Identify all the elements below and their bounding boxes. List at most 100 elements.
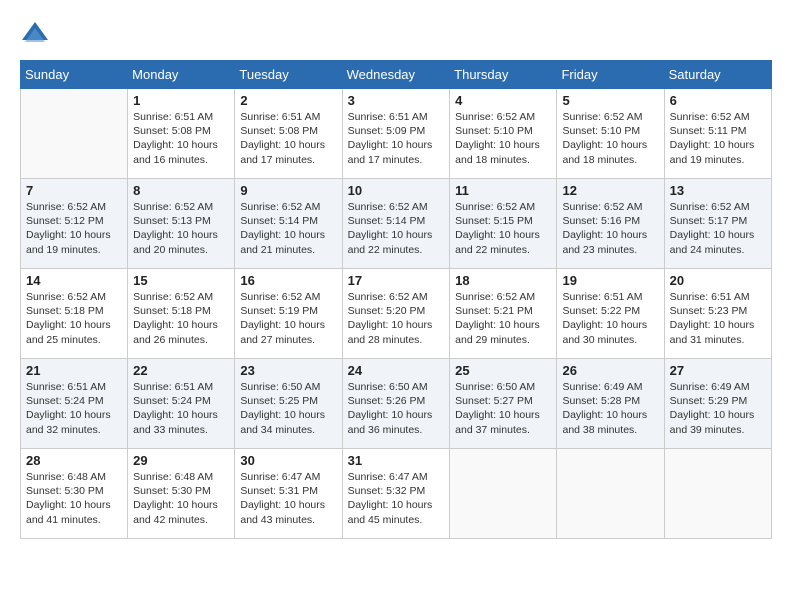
day-info: Sunrise: 6:47 AMSunset: 5:31 PMDaylight:… [240, 470, 336, 527]
day-info: Sunrise: 6:51 AMSunset: 5:22 PMDaylight:… [562, 290, 658, 347]
day-number: 13 [670, 183, 766, 198]
day-info: Sunrise: 6:52 AMSunset: 5:16 PMDaylight:… [562, 200, 658, 257]
day-info: Sunrise: 6:52 AMSunset: 5:20 PMDaylight:… [348, 290, 445, 347]
calendar-cell: 18Sunrise: 6:52 AMSunset: 5:21 PMDayligh… [450, 269, 557, 359]
day-number: 26 [562, 363, 658, 378]
day-number: 29 [133, 453, 229, 468]
day-info: Sunrise: 6:52 AMSunset: 5:10 PMDaylight:… [455, 110, 551, 167]
day-info: Sunrise: 6:52 AMSunset: 5:14 PMDaylight:… [240, 200, 336, 257]
day-number: 9 [240, 183, 336, 198]
logo [20, 20, 54, 50]
day-number: 31 [348, 453, 445, 468]
day-number: 14 [26, 273, 122, 288]
calendar-cell: 16 Sunrise: 6:52 AMSunset: 5:19 PMDayligh… [235, 269, 342, 359]
day-info: Sunrise: 6:52 AMSunset: 5:21 PMDaylight:… [455, 290, 551, 347]
day-info: Sunrise: 6:52 AMSunset: 5:18 PMDaylight:… [133, 290, 229, 347]
day-number: 27 [670, 363, 766, 378]
day-number: 2 [240, 93, 336, 108]
day-number: 6 [670, 93, 766, 108]
header-friday: Friday [557, 61, 664, 89]
day-number: 19 [562, 273, 658, 288]
calendar-cell: 25Sunrise: 6:50 AMSunset: 5:27 PMDayligh… [450, 359, 557, 449]
week-row-2: 7Sunrise: 6:52 AMSunset: 5:12 PMDaylight… [21, 179, 772, 269]
header-wednesday: Wednesday [342, 61, 450, 89]
calendar-cell: 4 Sunrise: 6:52 AMSunset: 5:10 PMDaylight… [450, 89, 557, 179]
calendar-header-row: SundayMondayTuesdayWednesdayThursdayFrid… [21, 61, 772, 89]
day-number: 21 [26, 363, 122, 378]
day-info: Sunrise: 6:50 AMSunset: 5:27 PMDaylight:… [455, 380, 551, 437]
calendar-cell: 26 Sunrise: 6:49 AMSunset: 5:28 PMDayligh… [557, 359, 664, 449]
calendar-cell: 28 Sunrise: 6:48 AMSunset: 5:30 PMDayligh… [21, 449, 128, 539]
day-info: Sunrise: 6:52 AMSunset: 5:13 PMDaylight:… [133, 200, 229, 257]
calendar-cell: 2 Sunrise: 6:51 AMSunset: 5:08 PMDaylight… [235, 89, 342, 179]
day-number: 10 [348, 183, 445, 198]
calendar-cell: 13Sunrise: 6:52 AMSunset: 5:17 PMDayligh… [664, 179, 771, 269]
calendar-cell: 15 Sunrise: 6:52 AMSunset: 5:18 PMDayligh… [128, 269, 235, 359]
day-number: 20 [670, 273, 766, 288]
day-number: 30 [240, 453, 336, 468]
calendar-cell: 6 Sunrise: 6:52 AMSunset: 5:11 PMDaylight… [664, 89, 771, 179]
calendar-cell: 22 Sunrise: 6:51 AMSunset: 5:24 PMDayligh… [128, 359, 235, 449]
calendar-cell: 14Sunrise: 6:52 AMSunset: 5:18 PMDayligh… [21, 269, 128, 359]
header-sunday: Sunday [21, 61, 128, 89]
week-row-5: 28 Sunrise: 6:48 AMSunset: 5:30 PMDayligh… [21, 449, 772, 539]
day-number: 11 [455, 183, 551, 198]
day-info: Sunrise: 6:51 AMSunset: 5:24 PMDaylight:… [26, 380, 122, 437]
calendar-cell [664, 449, 771, 539]
day-info: Sunrise: 6:50 AMSunset: 5:26 PMDaylight:… [348, 380, 445, 437]
day-info: Sunrise: 6:51 AMSunset: 5:09 PMDaylight:… [348, 110, 445, 167]
day-info: Sunrise: 6:47 AMSunset: 5:32 PMDaylight:… [348, 470, 445, 527]
week-row-4: 21 Sunrise: 6:51 AMSunset: 5:24 PMDayligh… [21, 359, 772, 449]
day-info: Sunrise: 6:51 AMSunset: 5:08 PMDaylight:… [240, 110, 336, 167]
header-monday: Monday [128, 61, 235, 89]
calendar-cell: 11Sunrise: 6:52 AMSunset: 5:15 PMDayligh… [450, 179, 557, 269]
day-info: Sunrise: 6:51 AMSunset: 5:24 PMDaylight:… [133, 380, 229, 437]
day-number: 28 [26, 453, 122, 468]
day-number: 24 [348, 363, 445, 378]
day-info: Sunrise: 6:52 AMSunset: 5:19 PMDaylight:… [240, 290, 336, 347]
day-number: 7 [26, 183, 122, 198]
calendar-cell: 21 Sunrise: 6:51 AMSunset: 5:24 PMDayligh… [21, 359, 128, 449]
day-info: Sunrise: 6:52 AMSunset: 5:11 PMDaylight:… [670, 110, 766, 167]
day-info: Sunrise: 6:52 AMSunset: 5:14 PMDaylight:… [348, 200, 445, 257]
day-number: 5 [562, 93, 658, 108]
calendar-cell: 29 Sunrise: 6:48 AMSunset: 5:30 PMDayligh… [128, 449, 235, 539]
calendar-cell: 9 Sunrise: 6:52 AMSunset: 5:14 PMDaylight… [235, 179, 342, 269]
day-info: Sunrise: 6:51 AMSunset: 5:08 PMDaylight:… [133, 110, 229, 167]
day-info: Sunrise: 6:52 AMSunset: 5:10 PMDaylight:… [562, 110, 658, 167]
day-number: 23 [240, 363, 336, 378]
day-number: 12 [562, 183, 658, 198]
week-row-1: 1Sunrise: 6:51 AMSunset: 5:08 PMDaylight… [21, 89, 772, 179]
day-number: 16 [240, 273, 336, 288]
day-info: Sunrise: 6:48 AMSunset: 5:30 PMDaylight:… [26, 470, 122, 527]
day-info: Sunrise: 6:51 AMSunset: 5:23 PMDaylight:… [670, 290, 766, 347]
calendar-cell: 27 Sunrise: 6:49 AMSunset: 5:29 PMDayligh… [664, 359, 771, 449]
calendar-cell: 1Sunrise: 6:51 AMSunset: 5:08 PMDaylight… [128, 89, 235, 179]
calendar-cell: 19 Sunrise: 6:51 AMSunset: 5:22 PMDayligh… [557, 269, 664, 359]
calendar-cell [557, 449, 664, 539]
day-info: Sunrise: 6:48 AMSunset: 5:30 PMDaylight:… [133, 470, 229, 527]
calendar-table: SundayMondayTuesdayWednesdayThursdayFrid… [20, 60, 772, 539]
day-number: 15 [133, 273, 229, 288]
calendar-cell: 31 Sunrise: 6:47 AMSunset: 5:32 PMDayligh… [342, 449, 450, 539]
calendar-cell: 5 Sunrise: 6:52 AMSunset: 5:10 PMDaylight… [557, 89, 664, 179]
day-number: 22 [133, 363, 229, 378]
calendar-cell: 23 Sunrise: 6:50 AMSunset: 5:25 PMDayligh… [235, 359, 342, 449]
day-number: 8 [133, 183, 229, 198]
calendar-cell: 12 Sunrise: 6:52 AMSunset: 5:16 PMDayligh… [557, 179, 664, 269]
calendar-cell: 8 Sunrise: 6:52 AMSunset: 5:13 PMDaylight… [128, 179, 235, 269]
day-number: 17 [348, 273, 445, 288]
header-saturday: Saturday [664, 61, 771, 89]
calendar-cell: 10 Sunrise: 6:52 AMSunset: 5:14 PMDayligh… [342, 179, 450, 269]
logo-icon [20, 20, 50, 50]
week-row-3: 14 Sunrise: 6:52 AMSunset: 5:18 PMDayligh… [21, 269, 772, 359]
calendar-cell: 30 Sunrise: 6:47 AMSunset: 5:31 PMDayligh… [235, 449, 342, 539]
calendar-cell [21, 89, 128, 179]
header [20, 20, 772, 50]
day-number: 4 [455, 93, 551, 108]
day-info: Sunrise: 6:49 AMSunset: 5:29 PMDaylight:… [670, 380, 766, 437]
day-info: Sunrise: 6:49 AMSunset: 5:28 PMDaylight:… [562, 380, 658, 437]
day-info: Sunrise: 6:50 AMSunset: 5:25 PMDaylight:… [240, 380, 336, 437]
header-tuesday: Tuesday [235, 61, 342, 89]
calendar-cell: 3Sunrise: 6:51 AMSunset: 5:09 PMDaylight… [342, 89, 450, 179]
